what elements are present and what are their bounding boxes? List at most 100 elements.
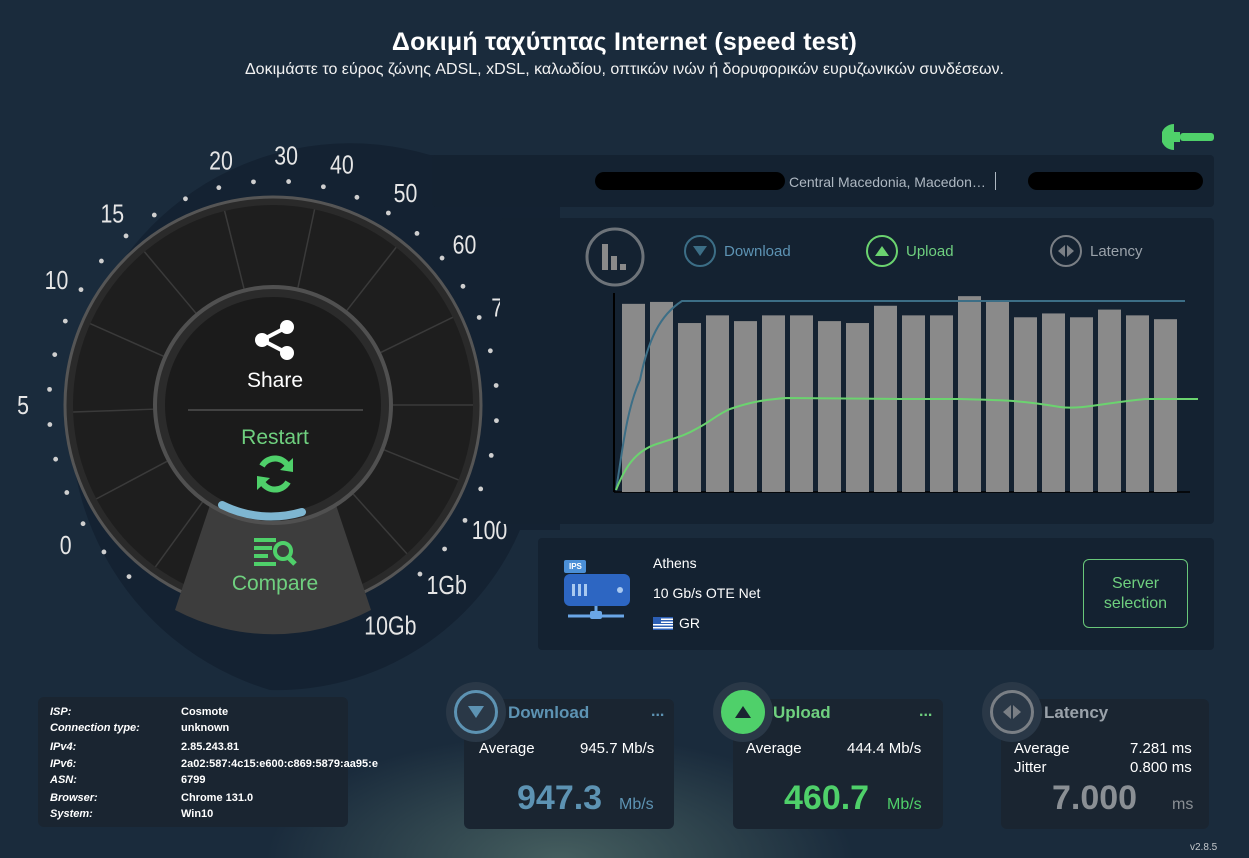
refresh-icon xyxy=(257,455,293,493)
page-subtitle: Δοκιμάστε το εύρος ζώνης ADSL, xDSL, καλ… xyxy=(244,61,1004,78)
gauge-tick xyxy=(47,422,53,427)
gauge-tick xyxy=(53,456,59,462)
gauge-tick xyxy=(64,490,70,495)
gauge-tick xyxy=(151,212,157,218)
gauge-scale-label: 60 xyxy=(453,230,477,260)
legend-download-label: Download xyxy=(724,242,791,260)
gauge-tick xyxy=(80,521,86,527)
gauge-tick xyxy=(286,179,292,184)
gauge-tick xyxy=(126,574,132,579)
info-row: Browser: Chrome 131.0 xyxy=(50,792,341,804)
chart-bar xyxy=(846,323,869,492)
chart-bar xyxy=(678,323,701,492)
gauge-tick xyxy=(460,283,466,289)
gauge-tick xyxy=(478,486,484,492)
compare-label: Compare xyxy=(231,572,319,595)
gauge-scale-label: 1Gb xyxy=(427,571,467,601)
wrench-icon[interactable] xyxy=(1162,122,1218,152)
server-isp: 10 Gb/s OTE Net xyxy=(653,585,761,601)
info-row: IPv6: 2a02:587:4c15:e600:c869:5879:aa95:e xyxy=(50,758,381,770)
chart-bar xyxy=(986,300,1009,492)
info-key: Browser: xyxy=(50,792,98,804)
upload-arrow-icon xyxy=(866,235,898,267)
legend-latency[interactable]: Latency xyxy=(1050,235,1143,267)
gauge-scale-label: 30 xyxy=(274,141,298,171)
info-row: ISP: Cosmote xyxy=(50,706,341,718)
info-key: Connection type: xyxy=(50,722,140,734)
info-row: Connection type: unknown xyxy=(50,722,341,734)
gauge-tick xyxy=(78,287,84,293)
info-row: System: Win10 xyxy=(50,808,341,820)
chart-bar xyxy=(1014,317,1037,492)
gauge-tick xyxy=(462,517,468,523)
page-header: Δοκιμή ταχύτητας Internet (speed test) Δ… xyxy=(0,28,1249,79)
download-unit: Mb/s xyxy=(619,796,654,813)
info-value: 2a02:587:4c15:e600:c869:5879:aa95:e xyxy=(181,758,378,770)
gauge-tick xyxy=(439,255,445,261)
speed-chart xyxy=(613,293,1198,493)
upload-more-button[interactable]: ... xyxy=(919,703,932,721)
upload-value: 460.7 xyxy=(784,779,870,817)
gauge-tick xyxy=(493,383,499,388)
chart-bar xyxy=(930,315,953,492)
flag-gr-icon xyxy=(653,616,673,630)
gauge-tick xyxy=(99,258,104,264)
server-selection-button[interactable]: Server selection xyxy=(1083,559,1188,628)
gauge-scale-label: 10Gb xyxy=(364,612,416,642)
chart-bar xyxy=(818,321,841,492)
gauge-tick xyxy=(414,231,420,236)
info-value: 2.85.243.81 xyxy=(181,741,240,753)
legend-upload[interactable]: Upload xyxy=(866,235,954,267)
info-value: Win10 xyxy=(181,808,214,820)
info-row: IPv4: 2.85.243.81 xyxy=(50,741,341,753)
compare-button[interactable]: Compare xyxy=(220,535,330,601)
gauge-tick xyxy=(442,546,447,552)
chart-bar xyxy=(1070,317,1093,492)
gauge-scale-label: 0 xyxy=(60,531,72,561)
upload-card-icon xyxy=(713,682,773,742)
info-key: ASN: xyxy=(50,774,77,786)
info-key: System: xyxy=(50,808,93,820)
latency-value: 7.000 xyxy=(1052,779,1138,817)
info-value: unknown xyxy=(181,722,230,734)
gauge-tick xyxy=(488,452,494,458)
info-value: Cosmote xyxy=(181,706,229,718)
download-avg-value: 945.7 Mb/s xyxy=(580,740,655,757)
upload-avg-value: 444.4 Mb/s xyxy=(847,740,922,757)
share-button[interactable]: Share xyxy=(230,318,320,396)
legend-download[interactable]: Download xyxy=(684,235,791,267)
restart-button[interactable]: Restart xyxy=(225,426,325,501)
chart-bar xyxy=(958,296,981,492)
server-country-code: GR xyxy=(679,615,700,631)
chart-bar xyxy=(1042,313,1065,492)
redacted-ip xyxy=(595,172,785,190)
download-arrow-icon xyxy=(684,235,716,267)
latency-card-icon xyxy=(982,682,1042,742)
chart-bar xyxy=(706,315,729,492)
share-label: Share xyxy=(246,369,304,392)
gauge-tick xyxy=(385,210,391,216)
info-key: IPv6: xyxy=(50,758,77,770)
gauge-scale-label: 50 xyxy=(394,179,418,209)
info-value: Chrome 131.0 xyxy=(181,792,254,804)
jitter-value: 0.800 ms xyxy=(1130,759,1192,776)
gauge-scale-label: 10 xyxy=(45,266,69,296)
version-label: v2.8.5 xyxy=(1190,842,1218,853)
gauge-tick xyxy=(183,196,188,202)
server-country: GR xyxy=(653,615,700,631)
gauge-tick xyxy=(494,418,499,424)
latency-icon xyxy=(1050,235,1082,267)
chart-bar xyxy=(790,315,813,492)
download-value: 947.3 xyxy=(517,779,603,817)
gauge-tick xyxy=(251,179,256,185)
info-key: IPv4: xyxy=(50,741,77,753)
server-name: Athens xyxy=(653,555,697,571)
stats-icon[interactable] xyxy=(584,226,646,288)
info-value: 6799 xyxy=(181,774,206,786)
legend-upload-label: Upload xyxy=(906,242,954,260)
download-title: Download xyxy=(508,703,590,722)
download-more-button[interactable]: ... xyxy=(651,703,664,721)
gauge-tick xyxy=(47,386,52,392)
upload-title: Upload xyxy=(773,703,831,722)
compare-icon xyxy=(254,538,297,566)
